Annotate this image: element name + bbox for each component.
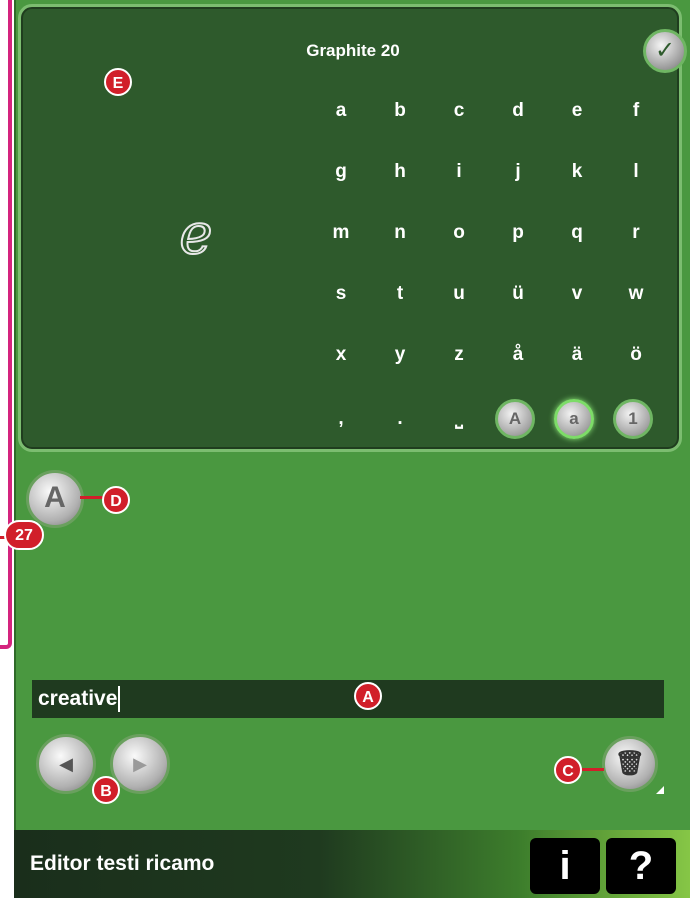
key[interactable]: f [614, 93, 658, 129]
key[interactable]: y [378, 337, 422, 373]
numbers-button[interactable]: 1 [613, 399, 653, 439]
key[interactable]: v [555, 276, 599, 312]
callout-27: 27 [4, 520, 44, 550]
callout-c: C [554, 756, 582, 784]
screen-title: Editor testi ricamo [30, 852, 215, 875]
key[interactable]: b [378, 93, 422, 129]
key[interactable]: ü [496, 276, 540, 312]
key[interactable]: ä [555, 337, 599, 373]
callout-a: A [354, 682, 382, 710]
key[interactable]: p [496, 215, 540, 251]
callout-line [80, 496, 104, 499]
info-button[interactable]: i [530, 838, 600, 894]
text-value: creative [38, 687, 118, 710]
key[interactable]: l [614, 154, 658, 190]
key[interactable]: u [437, 276, 481, 312]
key[interactable]: t [378, 276, 422, 312]
key[interactable]: z [437, 337, 481, 373]
arrow-right-icon: ▶ [133, 754, 147, 774]
key[interactable]: k [555, 154, 599, 190]
character-preview: e [178, 202, 213, 267]
delete-button[interactable]: 🗑 [602, 736, 658, 792]
period-key[interactable]: . [378, 401, 422, 437]
key[interactable]: c [437, 93, 481, 129]
arrow-left-icon: ◀ [59, 754, 73, 774]
key[interactable]: q [555, 215, 599, 251]
check-icon: ✓ [654, 37, 676, 64]
callout-e: E [104, 68, 132, 96]
comma-key[interactable]: , [319, 401, 363, 437]
help-button[interactable]: ? [606, 838, 676, 894]
key[interactable]: h [378, 154, 422, 190]
key[interactable]: r [614, 215, 658, 251]
key[interactable]: i [437, 154, 481, 190]
key[interactable]: w [614, 276, 658, 312]
key[interactable]: a [319, 93, 363, 129]
key[interactable]: m [319, 215, 363, 251]
lowercase-button[interactable]: a [554, 399, 594, 439]
font-select-button[interactable]: A [26, 470, 84, 528]
cursor-left-button[interactable]: ◀ [36, 734, 96, 794]
text-input[interactable]: creative [32, 680, 664, 718]
trash-icon: 🗑 [614, 750, 646, 777]
key[interactable]: d [496, 93, 540, 129]
key[interactable]: o [437, 215, 481, 251]
key[interactable]: j [496, 154, 540, 190]
side-frame [0, 0, 12, 649]
key[interactable]: x [319, 337, 363, 373]
uppercase-button[interactable]: A [495, 399, 535, 439]
callout-d: D [102, 486, 130, 514]
font-name: Graphite 20 [306, 41, 400, 60]
corner-indicator-icon [656, 786, 664, 794]
key[interactable]: g [319, 154, 363, 190]
key[interactable]: e [555, 93, 599, 129]
space-key[interactable]: ⎵ [437, 401, 481, 437]
text-cursor [118, 686, 121, 713]
key[interactable]: s [319, 276, 363, 312]
key[interactable]: n [378, 215, 422, 251]
key[interactable]: ö [614, 337, 658, 373]
callout-b: B [92, 776, 120, 804]
confirm-button[interactable]: ✓ [643, 29, 687, 73]
key[interactable]: å [496, 337, 540, 373]
